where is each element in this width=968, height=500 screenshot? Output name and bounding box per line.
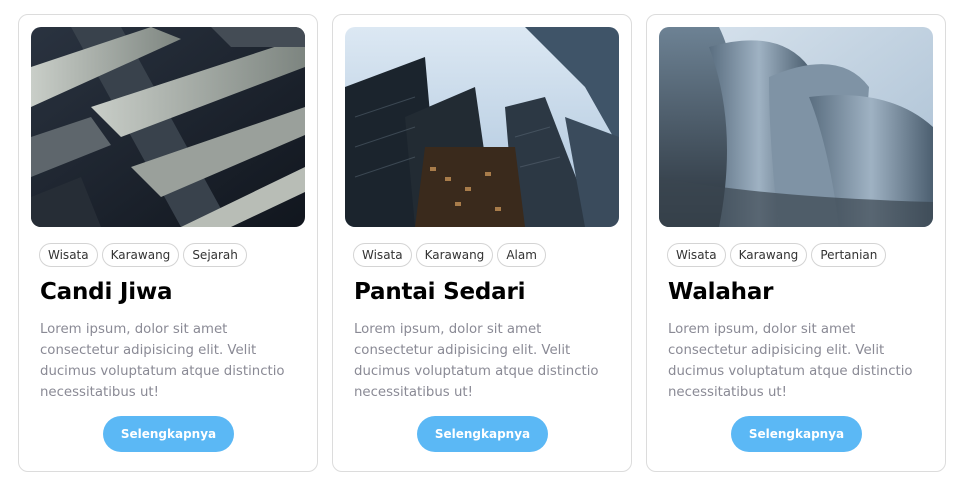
read-more-button[interactable]: Selengkapnya [731,416,862,452]
tag-list: Wisata Karawang Pertanian [667,243,887,267]
curved-steel-building-image [659,27,933,227]
tag[interactable]: Alam [497,243,546,267]
card-candi-jiwa: Wisata Karawang Sejarah Candi Jiwa Lorem… [18,14,318,472]
card-image [31,27,305,227]
tag[interactable]: Sejarah [183,243,247,267]
skyscrapers-looking-up-image [345,27,619,227]
tag[interactable]: Karawang [415,243,494,267]
card-description: Lorem ipsum, dolor sit amet consectetur … [668,322,913,400]
abstract-metal-facade-image [31,27,305,227]
card-walahar: Wisata Karawang Pertanian Walahar Lorem … [646,14,946,472]
card-image [345,27,619,227]
tag[interactable]: Karawang [729,243,808,267]
tag[interactable]: Wisata [667,243,726,267]
card-pantai-sedari: Wisata Karawang Alam Pantai Sedari Lorem… [332,14,632,472]
card-title: Walahar [668,279,774,305]
read-more-button[interactable]: Selengkapnya [417,416,548,452]
tag[interactable]: Pertanian [811,243,887,267]
tag[interactable]: Wisata [353,243,412,267]
tag[interactable]: Wisata [39,243,98,267]
tag-list: Wisata Karawang Sejarah [39,243,247,267]
card-title: Pantai Sedari [354,279,526,305]
card-description: Lorem ipsum, dolor sit amet consectetur … [354,322,599,400]
tag-list: Wisata Karawang Alam [353,243,546,267]
card-title: Candi Jiwa [40,279,173,305]
card-description: Lorem ipsum, dolor sit amet consectetur … [40,322,285,400]
tag[interactable]: Karawang [101,243,180,267]
card-grid: Wisata Karawang Sejarah Candi Jiwa Lorem… [18,14,946,472]
read-more-button[interactable]: Selengkapnya [103,416,234,452]
card-image [659,27,933,227]
